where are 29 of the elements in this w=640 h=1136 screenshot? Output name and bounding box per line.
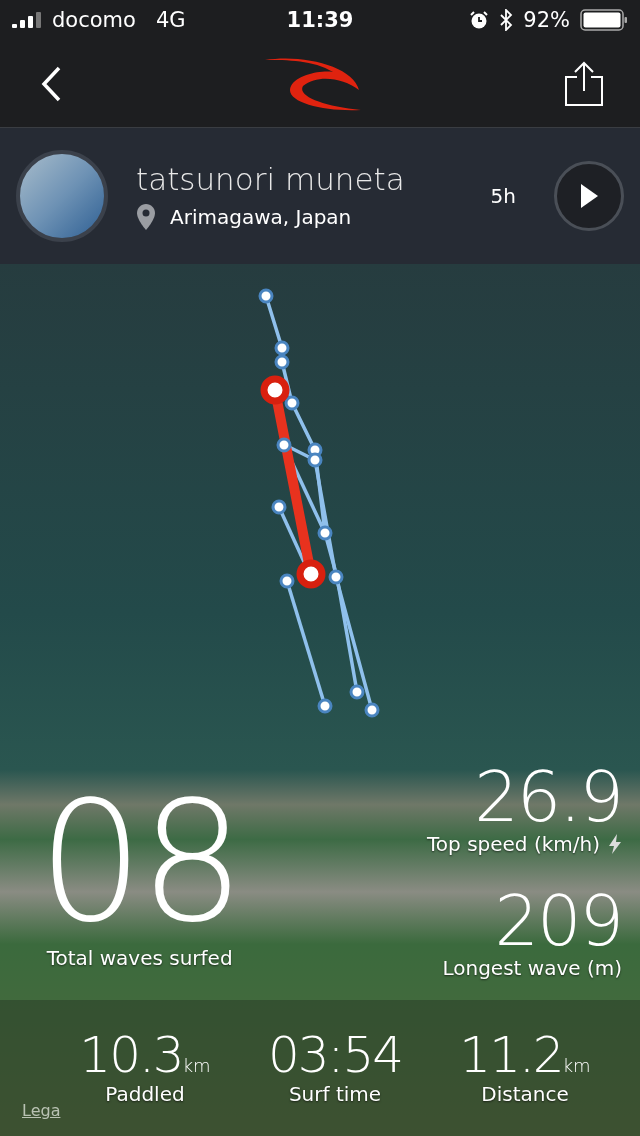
top-speed-value: 26.9 <box>474 762 622 832</box>
network-type: 4G <box>155 8 186 32</box>
location-name: Arimagawa, Japan <box>170 205 352 229</box>
battery-icon <box>580 9 628 31</box>
bluetooth-icon <box>499 9 514 31</box>
battery-percent: 92% <box>523 8 570 32</box>
legal-link[interactable]: Lega <box>22 1101 61 1120</box>
summary-value: 11.2 km <box>459 1030 591 1080</box>
summary-label: Surf time <box>288 1082 382 1106</box>
longest-wave-label: Longest wave (m) <box>442 956 622 980</box>
play-icon <box>579 183 599 209</box>
share-icon[interactable] <box>564 60 604 107</box>
back-icon[interactable] <box>40 65 62 102</box>
time-ago: 5h <box>490 184 516 208</box>
summary-value: 10.3 km <box>79 1030 211 1080</box>
signal-icon <box>12 12 42 28</box>
surfer-name: tatsunori muneta <box>136 161 406 197</box>
summary-label: Distance <box>481 1082 569 1106</box>
waves-label: Total waves surfed <box>46 946 233 970</box>
carrier-name: docomo <box>52 8 136 32</box>
summary-value: 03:54 <box>267 1030 403 1080</box>
clock-time: 11:39 <box>286 8 354 32</box>
alarm-icon <box>469 10 490 30</box>
lightning-icon <box>608 833 622 855</box>
location-pin-icon <box>136 203 156 231</box>
summary-label: Paddled <box>105 1082 185 1106</box>
top-speed-label: Top speed (km/h) <box>427 832 600 856</box>
waves-count: 08 <box>38 780 242 946</box>
longest-wave-value: 209 <box>494 886 622 956</box>
